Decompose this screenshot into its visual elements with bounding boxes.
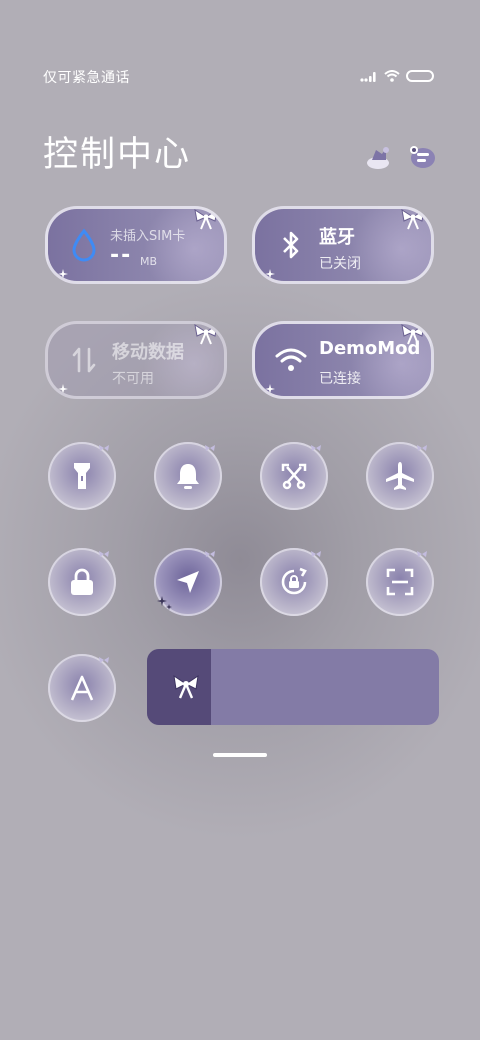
scissors-icon xyxy=(281,463,307,490)
theme-icon[interactable] xyxy=(364,142,394,172)
bow-icon xyxy=(194,324,218,345)
bow-icon xyxy=(99,445,109,451)
bluetooth-tile[interactable]: 蓝牙 已关闭 xyxy=(252,206,434,284)
bow-icon xyxy=(311,551,321,557)
bow-icon xyxy=(205,551,215,557)
lock-screen-toggle[interactable] xyxy=(48,548,116,616)
bluetooth-label: 蓝牙 xyxy=(319,227,355,248)
battery-icon xyxy=(406,70,434,82)
bow-icon xyxy=(99,551,109,557)
sparkle-icon xyxy=(58,269,68,279)
flashlight-toggle[interactable] xyxy=(48,442,116,510)
rotation-lock-icon xyxy=(281,567,307,595)
bow-icon xyxy=(99,657,109,663)
sparkle-icon xyxy=(265,384,275,394)
bow-icon xyxy=(401,209,425,230)
home-indicator[interactable] xyxy=(213,753,267,757)
bow-icon xyxy=(205,445,215,451)
bow-icon xyxy=(194,209,218,230)
bow-icon xyxy=(417,445,427,451)
lock-icon xyxy=(71,568,93,595)
scan-icon xyxy=(386,568,414,596)
carrier-text: 仅可紧急通话 xyxy=(43,70,130,86)
flashlight-icon xyxy=(74,463,90,489)
location-toggle[interactable] xyxy=(154,548,222,616)
airplane-mode-toggle[interactable] xyxy=(366,442,434,510)
status-bar: 仅可紧急通话 xyxy=(0,60,480,92)
mobile-data-label: 移动数据 xyxy=(112,342,184,363)
data-usage-unit: MB xyxy=(140,255,158,268)
header-icons xyxy=(364,142,438,172)
wifi-status: 已连接 xyxy=(319,371,361,387)
bell-icon xyxy=(177,464,199,489)
mobile-data-status: 不可用 xyxy=(112,371,154,387)
wifi-tile[interactable]: DemoMod 已连接 xyxy=(252,321,434,399)
data-usage-value: -- xyxy=(110,243,133,268)
water-drop-icon xyxy=(66,227,102,263)
page-title: 控制中心 xyxy=(43,135,192,175)
sim-status-label: 未插入SIM卡 xyxy=(110,229,186,244)
mobile-data-icon xyxy=(66,342,102,378)
status-icons xyxy=(360,68,434,84)
data-usage-tile[interactable]: 未插入SIM卡 -- MB xyxy=(45,206,227,284)
scanner-toggle[interactable] xyxy=(366,548,434,616)
auto-brightness-icon xyxy=(70,675,94,701)
bow-icon xyxy=(173,674,199,699)
rotation-lock-toggle[interactable] xyxy=(260,548,328,616)
sparkle-icon xyxy=(157,596,172,610)
screenshot-toggle[interactable] xyxy=(260,442,328,510)
sparkle-icon xyxy=(58,384,68,394)
bluetooth-status: 已关闭 xyxy=(319,256,361,272)
brightness-slider[interactable] xyxy=(147,649,439,725)
bow-icon xyxy=(401,324,425,345)
wifi-icon xyxy=(384,70,400,82)
bluetooth-icon xyxy=(273,227,309,263)
bow-icon xyxy=(417,551,427,557)
airplane-icon xyxy=(386,462,414,490)
mobile-data-tile[interactable]: 移动数据 不可用 xyxy=(45,321,227,399)
signal-icon xyxy=(360,72,376,82)
notification-toggle[interactable] xyxy=(154,442,222,510)
sparkle-icon xyxy=(265,269,275,279)
location-arrow-icon xyxy=(177,571,199,593)
wifi-icon xyxy=(273,342,309,378)
edit-icon[interactable] xyxy=(408,142,438,172)
bow-icon xyxy=(311,445,321,451)
auto-brightness-toggle[interactable] xyxy=(48,654,116,722)
